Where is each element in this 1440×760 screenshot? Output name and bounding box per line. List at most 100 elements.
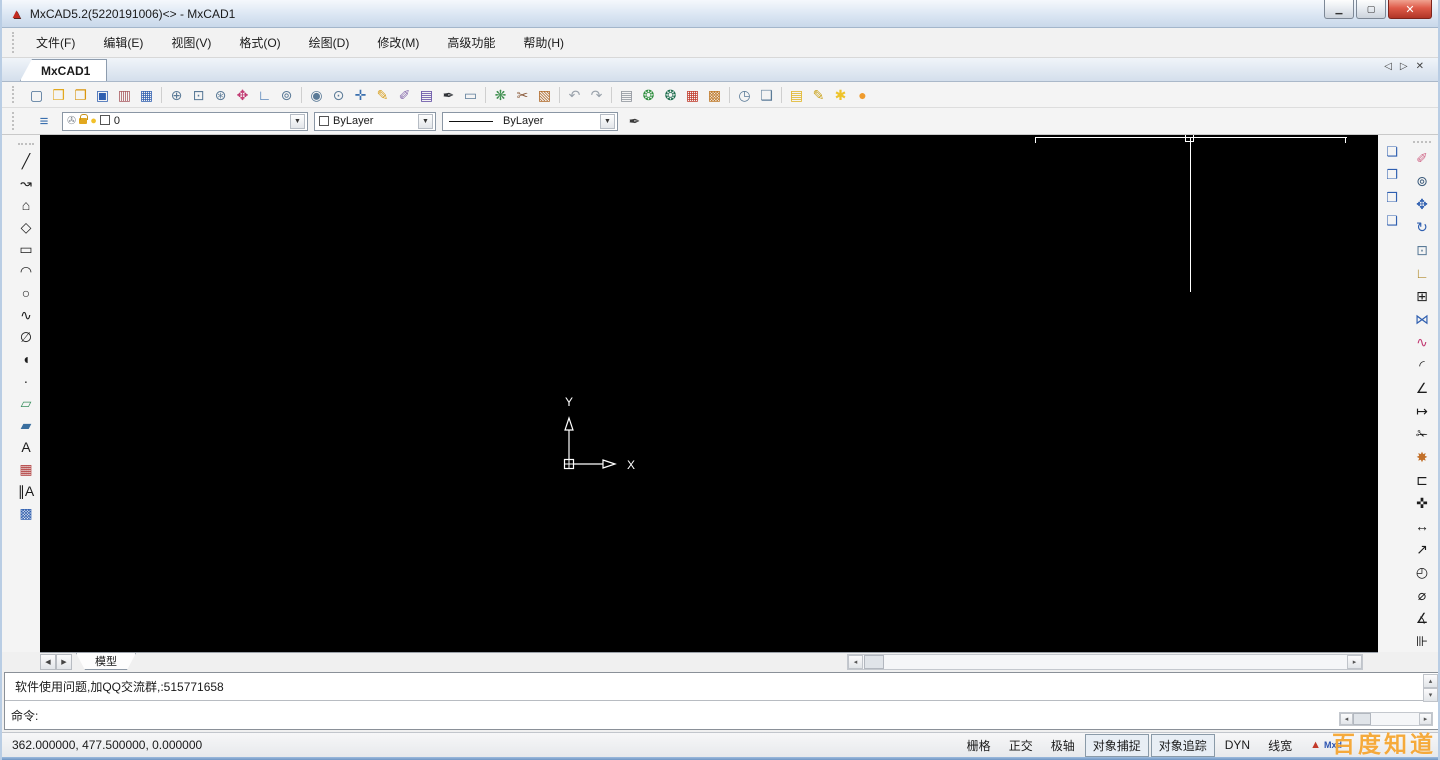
help-icon[interactable]: ● <box>852 84 873 105</box>
linewidth-icon[interactable]: ✒ <box>438 84 459 105</box>
maximize-button[interactable]: ▢ <box>1356 0 1386 19</box>
print-icon[interactable]: ▤ <box>616 84 637 105</box>
tab-close-icon[interactable]: ✕ <box>1416 61 1424 72</box>
linetype-combo[interactable]: ByLayer ▼ <box>442 112 618 131</box>
plot-preview-icon[interactable]: ▥ <box>114 84 135 105</box>
scrollbar-thumb[interactable] <box>864 655 884 669</box>
menu-draw[interactable]: 绘图(D) <box>299 30 360 55</box>
line-icon[interactable]: ╱ <box>15 150 37 171</box>
command-horizontal-scrollbar[interactable]: ◂ ▸ <box>1339 712 1433 726</box>
layer-manager-icon[interactable]: ≡ <box>32 113 56 130</box>
point-icon[interactable]: ∙ <box>15 370 37 391</box>
menu-help[interactable]: 帮助(H) <box>513 30 574 55</box>
color-combo[interactable]: ByLayer ▼ <box>314 112 436 131</box>
dim-diameter-icon[interactable]: ⌀ <box>1411 584 1434 606</box>
rectangle-icon[interactable]: ▭ <box>15 238 37 259</box>
toggle-grid[interactable]: 栅格 <box>959 734 999 757</box>
separator[interactable] <box>482 84 489 105</box>
close-button[interactable]: ✕ <box>1388 0 1432 19</box>
find-icon[interactable]: ❑ <box>756 84 777 105</box>
toggle-lineweight[interactable]: 线宽 <box>1260 734 1300 757</box>
model-tab[interactable]: 模型 <box>76 653 136 670</box>
copy-base-icon[interactable]: ❐ <box>1382 164 1403 185</box>
minimize-button[interactable]: ▁ <box>1324 0 1354 19</box>
move-icon[interactable]: ✥ <box>1411 193 1434 215</box>
options-icon[interactable]: ❋ <box>490 84 511 105</box>
toggle-polar[interactable]: 极轴 <box>1043 734 1083 757</box>
array-icon[interactable]: ⊞ <box>1411 285 1434 307</box>
sketch-icon[interactable]: ✎ <box>372 84 393 105</box>
dim-baseline-icon[interactable]: ⊪ <box>1411 630 1434 652</box>
polyline-icon[interactable]: ↝ <box>15 172 37 193</box>
zoom-extents-icon[interactable]: ⊛ <box>210 84 231 105</box>
modify-tool-icon[interactable]: ✐ <box>394 84 415 105</box>
export-image-icon[interactable]: ▩ <box>704 84 725 105</box>
polygon-icon[interactable]: ⌂ <box>15 194 37 215</box>
command-vertical-scrollbar[interactable]: ▴ ▾ <box>1423 674 1438 704</box>
separator[interactable] <box>556 84 563 105</box>
break-icon[interactable]: ⊏ <box>1411 469 1434 491</box>
command-input[interactable]: 命令: <box>5 700 1439 729</box>
menu-format[interactable]: 格式(O) <box>229 30 290 55</box>
scale-icon[interactable]: ⊡ <box>1411 239 1434 261</box>
edit-pencil-icon[interactable]: ✎ <box>808 84 829 105</box>
stretch-icon[interactable]: ∿ <box>1411 331 1434 353</box>
canvas[interactable]: Y X <box>40 135 1378 652</box>
dim-angular-icon[interactable]: ∡ <box>1411 607 1434 629</box>
explode-icon[interactable]: ✸ <box>1411 446 1434 468</box>
separator[interactable] <box>778 84 785 105</box>
trim-icon[interactable]: ✁ <box>1411 423 1434 445</box>
tab-nav-right-icon[interactable]: ▶ <box>56 654 72 670</box>
chevron-down-icon[interactable]: ▼ <box>290 114 305 129</box>
mirror-icon[interactable]: ⋈ <box>1411 308 1434 330</box>
undo-icon[interactable]: ↶ <box>564 84 585 105</box>
circle-icon[interactable]: ○ <box>15 282 37 303</box>
dim-radius-icon[interactable]: ◴ <box>1411 561 1434 583</box>
etransmit-icon[interactable]: ❂ <box>660 84 681 105</box>
scroll-up-icon[interactable]: ▴ <box>1423 674 1438 688</box>
copy-clip-icon[interactable]: ❏ <box>1382 141 1403 162</box>
chevron-down-icon[interactable]: ▼ <box>600 114 615 129</box>
viewport-icon[interactable]: ▭ <box>460 84 481 105</box>
tab-scroll-left-icon[interactable]: ◁ <box>1384 61 1392 72</box>
toggle-osnap[interactable]: 对象捕捉 <box>1085 734 1149 757</box>
dim-linear-icon[interactable]: ↔ <box>1411 515 1434 537</box>
offset-icon[interactable]: ∟ <box>1411 262 1434 284</box>
paste-block-icon[interactable]: ❑ <box>1382 210 1403 231</box>
open-drawing-icon[interactable]: ❐ <box>70 84 91 105</box>
new-file-icon[interactable]: ▢ <box>26 84 47 105</box>
scroll-right-icon[interactable]: ▸ <box>1419 713 1432 725</box>
chamfer-icon[interactable]: ∠ <box>1411 377 1434 399</box>
menu-view[interactable]: 视图(V) <box>161 30 221 55</box>
menu-file[interactable]: 文件(F) <box>26 30 85 55</box>
layers-icon[interactable]: ▤ <box>416 84 437 105</box>
ellipse-arc-icon[interactable]: ◖ <box>15 348 37 369</box>
create-block-icon[interactable]: ▰ <box>15 414 37 435</box>
separator[interactable] <box>158 84 165 105</box>
zoom-scale-icon[interactable]: ⊙ <box>328 84 349 105</box>
scroll-left-icon[interactable]: ◂ <box>848 655 863 669</box>
paste-clip-icon[interactable]: ❒ <box>1382 187 1403 208</box>
scrollbar-thumb[interactable] <box>1353 713 1371 725</box>
tab-nav-left-icon[interactable]: ◀ <box>40 654 56 670</box>
hatch-icon[interactable]: ▩ <box>15 502 37 523</box>
menu-advanced[interactable]: 高级功能 <box>437 30 505 55</box>
toggle-otrack[interactable]: 对象追踪 <box>1151 734 1215 757</box>
pan-icon[interactable]: ✛ <box>350 84 371 105</box>
time-icon[interactable]: ◷ <box>734 84 755 105</box>
web-publish-icon[interactable]: ❂ <box>638 84 659 105</box>
dim-aligned-icon[interactable]: ↗ <box>1411 538 1434 560</box>
zoom-dynamic-icon[interactable]: ⊚ <box>276 84 297 105</box>
export-pdf-icon[interactable]: ▦ <box>682 84 703 105</box>
scroll-down-icon[interactable]: ▾ <box>1423 688 1438 702</box>
cut-icon[interactable]: ✂ <box>512 84 533 105</box>
document-tab[interactable]: MxCAD1 <box>20 59 107 81</box>
separator[interactable] <box>726 84 733 105</box>
layer-combo[interactable]: ✇● 0 ▼ <box>62 112 308 131</box>
extend-icon[interactable]: ↦ <box>1411 400 1434 422</box>
break-point-icon[interactable]: ✜ <box>1411 492 1434 514</box>
image-frame-icon[interactable]: ▧ <box>534 84 555 105</box>
table-icon[interactable]: ▦ <box>15 458 37 479</box>
quickcalc-icon[interactable]: ▤ <box>786 84 807 105</box>
polygon-inscribed-icon[interactable]: ◇ <box>15 216 37 237</box>
